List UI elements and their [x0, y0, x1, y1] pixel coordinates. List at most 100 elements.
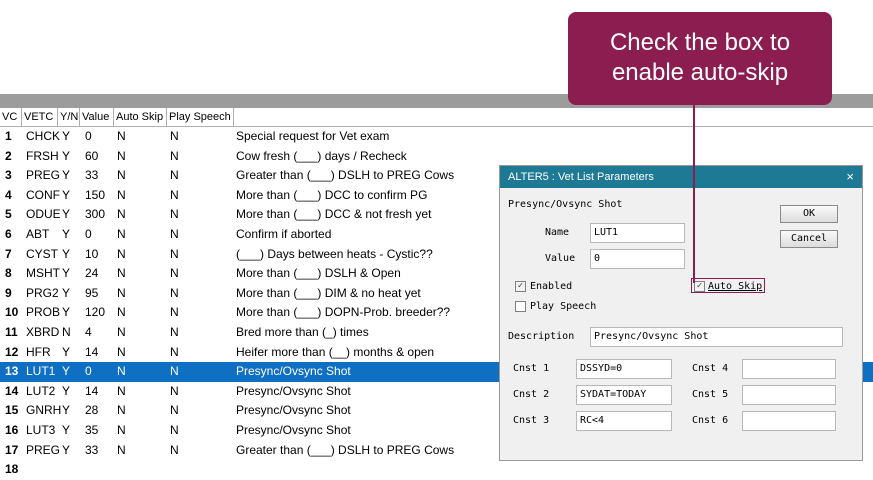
cell-vetc: HFR	[26, 344, 51, 359]
cell-desc: Presync/Ovsync Shot	[236, 364, 351, 379]
cell-play-speech: N	[170, 168, 179, 183]
cnst2-field[interactable]: SYDAT=TODAY	[576, 385, 672, 405]
cell-vetc: GNRH	[26, 403, 62, 418]
cell-vc: 5	[5, 207, 12, 222]
cell-value: 60	[85, 148, 99, 163]
cell-desc: Greater than (___) DSLH to PREG Cows	[236, 442, 455, 457]
cell-auto-skip: N	[117, 305, 126, 320]
description-field[interactable]: Presync/Ovsync Shot	[590, 327, 843, 347]
column-header-vetc[interactable]: VETC	[22, 108, 58, 126]
column-header-vc[interactable]: VC	[0, 108, 22, 126]
cell-value: 150	[85, 187, 106, 202]
value-label: Value	[545, 253, 576, 264]
cnst4-field[interactable]	[742, 359, 836, 379]
cell-yn: Y	[62, 246, 71, 261]
cell-yn: Y	[62, 187, 71, 202]
auto-skip-highlight	[691, 278, 765, 293]
dialog-title-bar[interactable]: ALTER5 : Vet List Parameters ×	[500, 166, 862, 188]
cell-auto-skip: N	[117, 168, 126, 183]
enabled-label: Enabled	[530, 281, 573, 292]
cell-auto-skip: N	[117, 364, 126, 379]
cnst6-label: Cnst 6	[692, 415, 729, 426]
cell-vetc: ABT	[26, 226, 50, 241]
cell-vetc: CHCK	[26, 129, 61, 143]
cnst1-field[interactable]: DSSYD=0	[576, 359, 672, 379]
cell-play-speech: N	[170, 226, 179, 241]
cell-play-speech: N	[170, 148, 179, 163]
cell-auto-skip: N	[117, 207, 126, 222]
cell-vc: 14	[5, 383, 19, 398]
cell-vetc: PREG	[26, 442, 61, 457]
cell-vc: 2	[5, 148, 12, 163]
column-header-play-speech[interactable]: Play Speech	[167, 108, 234, 126]
cell-vc: 9	[5, 285, 12, 300]
cell-desc: Confirm if aborted	[236, 226, 332, 241]
cell-value: 28	[85, 403, 99, 418]
dialog-heading: Presync/Ovsync Shot	[508, 199, 623, 210]
cell-auto-skip: N	[117, 383, 126, 398]
callout-line-1: Check the box to	[609, 29, 791, 56]
cell-value: 0	[85, 364, 92, 379]
cell-vetc: CONF	[26, 187, 60, 202]
name-field[interactable]: LUT1	[590, 223, 685, 243]
play-speech-checkbox[interactable]	[515, 301, 526, 312]
cell-vc: 3	[5, 168, 12, 183]
cell-desc: (___) Days between heats - Cystic??	[236, 246, 433, 261]
cell-yn: Y	[62, 364, 71, 379]
cell-vc: 12	[5, 344, 19, 359]
column-header-auto-skip[interactable]: Auto Skip	[114, 108, 167, 126]
cell-auto-skip: N	[117, 442, 126, 457]
cnst6-field[interactable]	[742, 411, 836, 431]
cell-value: 33	[85, 442, 99, 457]
column-header-value[interactable]: Value	[80, 108, 114, 126]
cell-desc: Heifer more than (__) months & open	[236, 344, 435, 359]
cell-vc: 11	[5, 324, 18, 339]
cell-yn: Y	[62, 442, 71, 457]
cell-play-speech: N	[170, 129, 179, 143]
play-speech-label: Play Speech	[530, 301, 597, 312]
cell-vetc: LUT1	[26, 364, 56, 379]
cnst5-label: Cnst 5	[692, 389, 729, 400]
cell-value: 35	[85, 422, 99, 437]
cell-yn: Y	[62, 148, 71, 163]
cell-vetc: MSHT	[26, 266, 60, 281]
dialog-title: ALTER5 : Vet List Parameters	[508, 171, 654, 183]
ok-button[interactable]: OK	[780, 205, 838, 223]
callout-box: Check the box to enable auto-skip	[568, 12, 832, 105]
cell-yn: Y	[62, 226, 71, 241]
cell-yn: Y	[62, 266, 71, 281]
cnst3-field[interactable]: RC<4	[576, 411, 672, 431]
cell-auto-skip: N	[117, 187, 126, 202]
cell-play-speech: N	[170, 403, 179, 418]
cell-value: 14	[85, 383, 99, 398]
cell-yn: Y	[62, 305, 71, 320]
cell-yn: N	[62, 324, 71, 339]
value-field[interactable]: 0	[590, 249, 685, 269]
cell-auto-skip: N	[117, 344, 126, 359]
cell-desc: Presync/Ovsync Shot	[236, 403, 351, 418]
cell-value: 120	[85, 305, 106, 320]
cell-yn: Y	[62, 344, 71, 359]
cnst3-label: Cnst 3	[513, 415, 550, 426]
cell-play-speech: N	[170, 207, 179, 222]
cell-vc: 1	[5, 129, 12, 143]
cell-desc: More than (___) DOPN-Prob. breeder??	[236, 305, 451, 320]
cell-yn: Y	[62, 285, 71, 300]
cell-play-speech: N	[170, 442, 179, 457]
column-header-yn[interactable]: Y/N	[58, 108, 80, 126]
cell-value: 95	[85, 285, 99, 300]
table-row[interactable]: 1 CHCK Y 0 N N Special request for Vet exam	[0, 127, 873, 147]
cell-vetc: PRG2	[26, 285, 59, 300]
cell-yn: Y	[62, 129, 71, 143]
cancel-button[interactable]: Cancel	[780, 230, 838, 248]
cell-desc: Presync/Ovsync Shot	[236, 383, 351, 398]
cell-play-speech: N	[170, 383, 179, 398]
description-label: Description	[508, 331, 575, 342]
enabled-checkbox[interactable]: ✓	[515, 281, 526, 292]
table-row[interactable]: 2 FRSH Y 60 N N Cow fresh (___) days / Recheck	[0, 147, 873, 167]
cell-auto-skip: N	[117, 422, 126, 437]
cell-auto-skip: N	[117, 148, 126, 163]
close-icon[interactable]: ×	[846, 166, 854, 188]
cell-yn: Y	[62, 168, 71, 183]
cnst5-field[interactable]	[742, 385, 836, 405]
